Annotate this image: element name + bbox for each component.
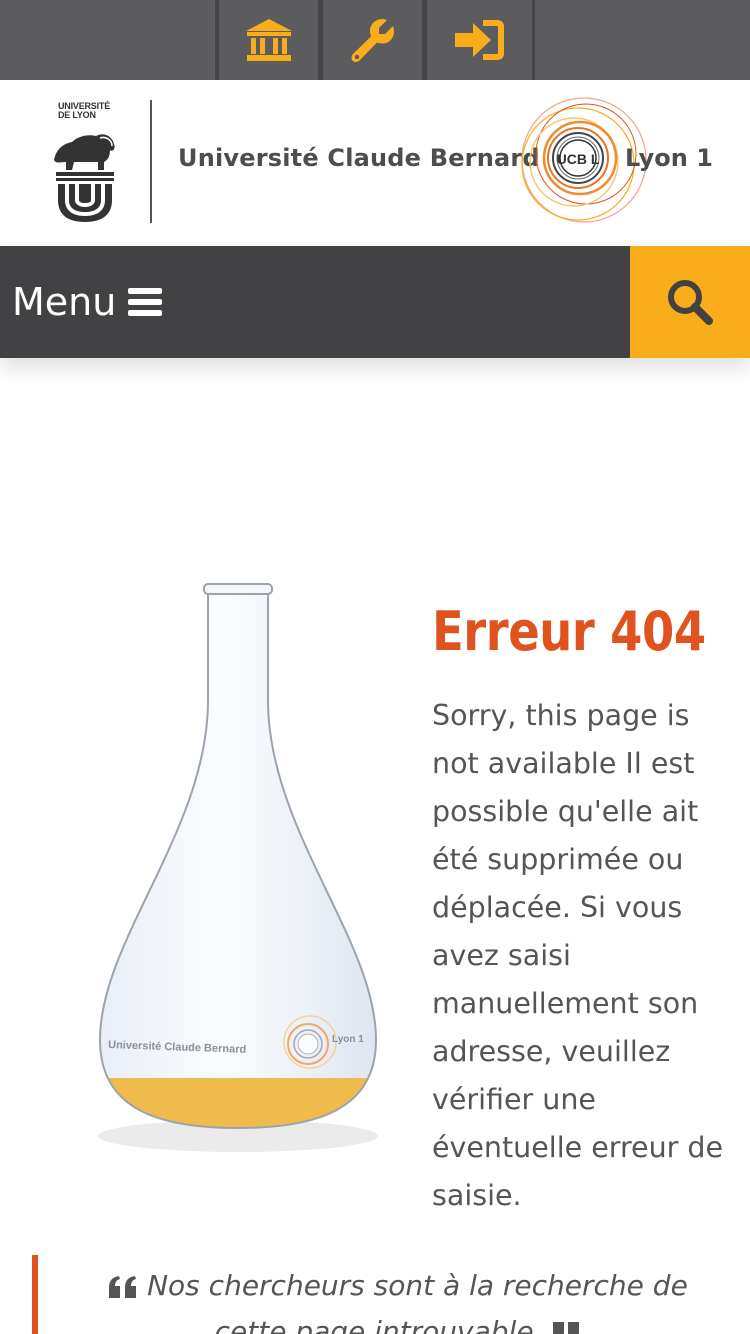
search-button[interactable] [630,246,750,358]
main-nav-bar: Menu [0,246,750,358]
error-title: Erreur 404 [432,600,706,663]
quote-right-icon [553,1322,580,1334]
quote-text: Nos chercheurs sont à la recherche de ce… [147,1269,688,1334]
quote-text-wrap: Nos chercheurs sont à la recherche de ce… [98,1263,698,1334]
menu-label: Menu [12,280,117,324]
ring-monogram: UCB L [557,151,600,167]
site-header: UNIVERSITÉ DE LYON Université Claude Ber… [0,80,750,246]
flask-illustration: Université Claude Bernard Lyon 1 [98,583,378,1152]
institution-button[interactable] [215,0,319,80]
top-utility-bar [0,0,750,80]
sign-in-icon [454,20,504,60]
tools-button[interactable] [319,0,423,80]
logo-divider [150,100,152,223]
quote-left-icon [109,1276,137,1298]
menu-button[interactable]: Menu [12,276,163,328]
wrench-icon [351,19,394,63]
blockquote: Nos chercheurs sont à la recherche de ce… [32,1255,732,1334]
hamburger-icon [128,288,163,316]
flask-label-city: Lyon 1 [332,1034,364,1045]
search-icon [668,280,713,325]
institution-icon [245,19,292,61]
ucbl-city: Lyon 1 [625,144,713,172]
ucbl-name: Université Claude Bernard [178,144,540,172]
universite-de-lyon-logo[interactable] [50,100,120,225]
error-message: Sorry, this page is not available Il est… [432,699,724,1212]
sign-in-button[interactable] [423,0,535,80]
